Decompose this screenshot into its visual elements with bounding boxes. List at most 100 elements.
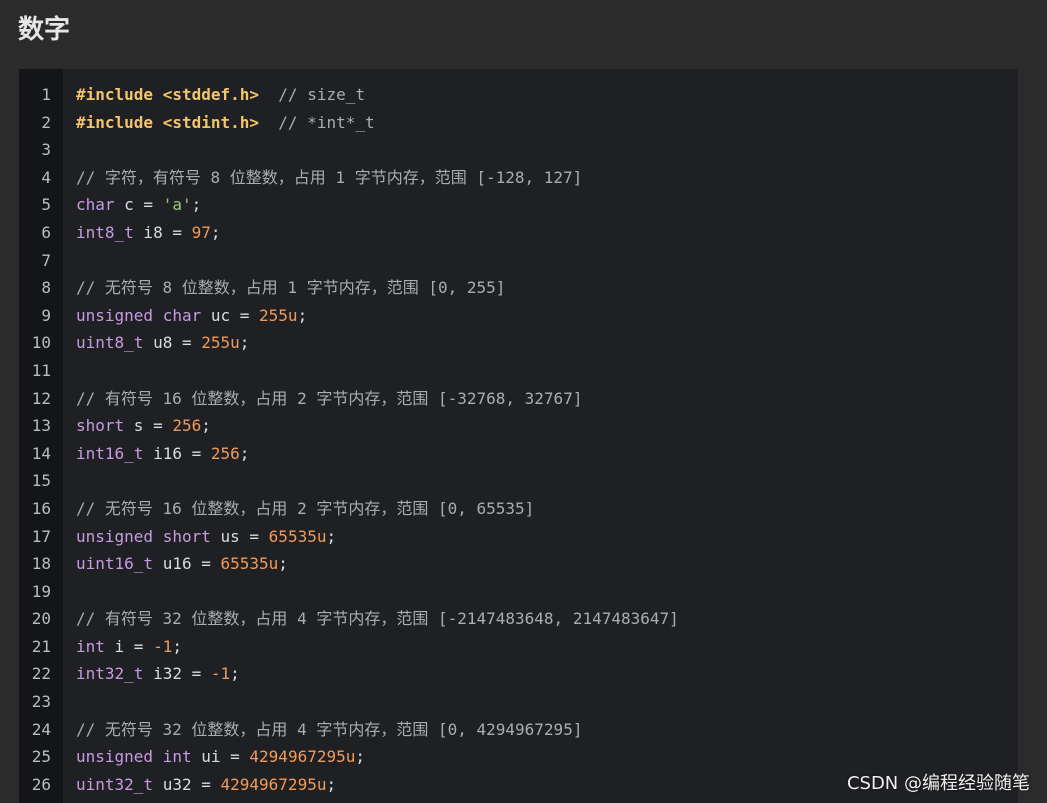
line-content: unsigned short us = 65535u;	[76, 523, 336, 551]
comment-token: // 有符号 16 位整数，占用 2 字节内存，范围 [-32768, 3276…	[76, 388, 583, 408]
number-token: 97	[191, 222, 211, 242]
line-number: 12	[31, 388, 51, 408]
keyword-token: char	[162, 305, 202, 325]
code-token: ;	[326, 526, 337, 546]
line-number: 14	[31, 443, 51, 463]
line-content: uint8_t u8 = 255u;	[76, 329, 249, 357]
string-token: 'a'	[162, 195, 192, 215]
line-content: // 有符号 32 位整数，占用 4 字节内存，范围 [-2147483648,…	[76, 605, 679, 633]
keyword-token: char	[76, 195, 115, 215]
line-content: // 无符号 16 位整数，占用 2 字节内存，范围 [0, 65535]	[76, 495, 534, 523]
line-number: 21	[31, 636, 51, 656]
line-number: 23	[31, 692, 51, 712]
line-content: char c = 'a';	[76, 191, 201, 219]
code-token: u16 =	[153, 554, 221, 574]
comment-token: // 无符号 32 位整数，占用 4 字节内存，范围 [0, 429496729…	[76, 719, 583, 739]
code-token: i32 =	[143, 664, 211, 684]
line-number: 16	[31, 498, 51, 518]
line-number: 9	[41, 305, 51, 325]
keyword-token: unsigned	[76, 747, 154, 767]
line-number: 15	[31, 471, 51, 491]
article-page: 数字 1 #include <stddef.h> // size_t 2 #inclu…	[0, 0, 1047, 803]
line-content: uint32_t u32 = 4294967295u;	[76, 771, 336, 799]
preprocessor-token: #include <stddef.h>	[76, 85, 260, 104]
code-token: ;	[297, 305, 308, 325]
code-line: 8 // 无符号 8 位整数，占用 1 字节内存，范围 [0, 255]	[19, 274, 1018, 302]
line-content: // 无符号 32 位整数，占用 4 字节内存，范围 [0, 429496729…	[76, 716, 582, 744]
line-content: // 有符号 16 位整数，占用 2 字节内存，范围 [-32768, 3276…	[76, 385, 582, 413]
line-number: 26	[31, 774, 51, 794]
code-token: ;	[172, 636, 182, 656]
code-line: 18 uint16_t u16 = 65535u;	[19, 550, 1018, 578]
line-number: 25	[31, 747, 51, 767]
line-content: int8_t i8 = 97;	[76, 219, 221, 247]
keyword-token: int8_t	[76, 222, 134, 242]
code-token: i8 =	[133, 222, 192, 242]
code-token: us =	[210, 526, 269, 546]
line-number: 13	[31, 416, 51, 436]
code-line: 9 unsigned char uc = 255u;	[19, 302, 1018, 330]
code-line: 23	[19, 688, 1018, 716]
code-line: 25 unsigned int ui = 4294967295u;	[19, 743, 1018, 771]
code-lines: 1 #include <stddef.h> // size_t 2 #include …	[19, 81, 1018, 798]
number-token: 255u	[201, 333, 240, 353]
code-line: 7	[19, 247, 1018, 275]
line-number: 11	[31, 360, 51, 380]
number-token: 4294967295u	[249, 747, 356, 767]
line-content: #include <stdint.h> // *int*_t	[76, 109, 375, 137]
line-content: int16_t i16 = 256;	[76, 440, 249, 468]
code-line: 1 #include <stddef.h> // size_t	[19, 81, 1018, 109]
comment-token: // size_t	[278, 85, 365, 104]
code-token: s =	[124, 416, 173, 436]
code-token: uc =	[201, 305, 260, 325]
keyword-token: int32_t	[76, 664, 144, 684]
comment-token: // 有符号 32 位整数，占用 4 字节内存，范围 [-2147483648,…	[76, 609, 679, 629]
keyword-token: unsigned	[76, 526, 154, 546]
code-token: u32 =	[153, 774, 221, 794]
section-heading: 数字	[18, 15, 71, 45]
line-number: 8	[41, 278, 51, 298]
code-token: i =	[104, 636, 154, 656]
code-token: ;	[278, 554, 288, 574]
comment-token: // 无符号 8 位整数，占用 1 字节内存，范围 [0, 255]	[76, 278, 506, 298]
line-number: 5	[41, 195, 51, 215]
code-block[interactable]: 1 #include <stddef.h> // size_t 2 #include …	[19, 69, 1018, 803]
code-line: 16 // 无符号 16 位整数，占用 2 字节内存，范围 [0, 65535]	[19, 495, 1018, 523]
line-number: 18	[31, 554, 51, 574]
number-token: 256	[172, 416, 202, 436]
line-content: unsigned char uc = 255u;	[76, 302, 307, 330]
code-line: 5 char c = 'a';	[19, 191, 1018, 219]
code-token: c =	[114, 195, 163, 215]
code-line: 14 int16_t i16 = 256;	[19, 440, 1018, 468]
line-content: short s = 256;	[76, 412, 211, 440]
keyword-token: short	[162, 526, 211, 546]
keyword-token: int	[162, 747, 192, 767]
number-token: 65535u	[268, 526, 327, 546]
number-token: 4294967295u	[220, 774, 327, 794]
code-token: ;	[201, 416, 211, 436]
code-line: 24 // 无符号 32 位整数，占用 4 字节内存，范围 [0, 4294967…	[19, 716, 1018, 744]
line-number: 2	[41, 112, 51, 132]
code-line: 12 // 有符号 16 位整数，占用 2 字节内存，范围 [-32768, 32…	[19, 385, 1018, 413]
line-number: 24	[31, 719, 51, 739]
line-content: // 字符，有符号 8 位整数，占用 1 字节内存，范围 [-128, 127]	[76, 164, 582, 192]
line-number: 1	[41, 85, 51, 104]
line-number: 6	[41, 222, 51, 242]
line-number: 3	[41, 140, 51, 160]
code-token: ;	[230, 664, 240, 684]
code-line: 2 #include <stdint.h> // *int*_t	[19, 109, 1018, 137]
comment-token: // 无符号 16 位整数，占用 2 字节内存，范围 [0, 65535]	[76, 498, 535, 518]
code-line: 19	[19, 578, 1018, 606]
code-token: ;	[355, 747, 366, 767]
number-token: 65535u	[220, 554, 279, 574]
keyword-token: uint8_t	[76, 333, 144, 353]
keyword-token: uint16_t	[76, 554, 154, 574]
code-token: ui =	[191, 747, 250, 767]
line-number: 20	[31, 609, 51, 629]
comment-token: // *int*_t	[278, 112, 375, 132]
